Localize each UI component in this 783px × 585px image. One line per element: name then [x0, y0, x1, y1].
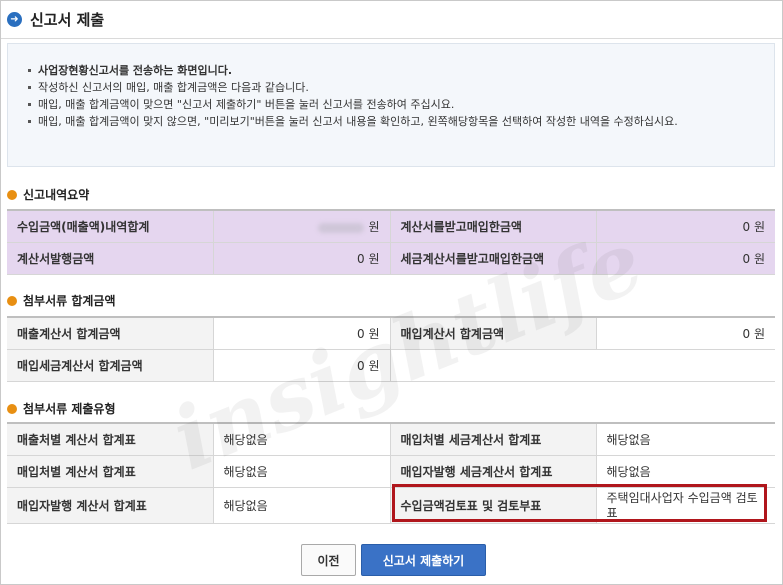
summary-label: 계산서발행금액	[7, 242, 214, 275]
attach-type-label: 매출처별 계산서 합계표	[7, 422, 214, 456]
summary-label: 계산서를받고매입한금액	[390, 209, 597, 243]
attach-total-value: 0 원	[213, 316, 391, 350]
notice-line: 사업장현황신고서를 전송하는 화면입니다.	[28, 62, 774, 79]
section-attach-total-title: 첨부서류 합계금액	[7, 292, 116, 309]
attach-total-value: 0 원	[213, 349, 391, 382]
highlight-box	[392, 484, 767, 522]
page-title: 신고서 제출	[30, 10, 105, 29]
table-row: 매입처별 계산서 합계표 해당없음 매입자발행 세금계산서 합계표 해당없음	[7, 455, 775, 488]
summary-table: 수입금액(매출액)내역합계 원 계산서를받고매입한금액 0 원 계산서발행금액 …	[7, 209, 775, 275]
table-row: 수입금액(매출액)내역합계 원 계산서를받고매입한금액 0 원	[7, 209, 775, 243]
attach-type-value: 해당없음	[596, 422, 775, 456]
attach-type-label: 매입자발행 세금계산서 합계표	[390, 455, 597, 488]
notice-line: 작성하신 신고서의 매입, 매출 합계금액은 다음과 같습니다.	[28, 79, 774, 96]
prev-button[interactable]: 이전	[301, 544, 356, 576]
section-summary-title: 신고내역요약	[7, 186, 89, 203]
bullet-icon	[7, 189, 17, 200]
attach-type-label: 매입처별 세금계산서 합계표	[390, 422, 597, 456]
summary-label: 세금계산서를받고매입한금액	[390, 242, 597, 275]
attach-total-table: 매출계산서 합계금액 0 원 매입계산서 합계금액 0 원 매입세금계산서 합계…	[7, 316, 775, 382]
table-row: 매출처별 계산서 합계표 해당없음 매입처별 세금계산서 합계표 해당없음	[7, 422, 775, 456]
attach-type-value: 해당없음	[213, 487, 391, 524]
arrow-circle-icon: ➜	[7, 11, 22, 27]
table-row: 매입세금계산서 합계금액 0 원	[7, 349, 775, 382]
section-label: 신고내역요약	[23, 188, 90, 202]
notice-line: 매입, 매출 합계금액이 맞지 않으면, "미리보기"버튼을 눌러 신고서 내용…	[28, 113, 758, 130]
redacted-amount	[318, 222, 365, 233]
summary-value: 0 원	[213, 242, 391, 275]
table-row: 계산서발행금액 0 원 세금계산서를받고매입한금액 0 원	[7, 242, 775, 275]
attach-total-value: 0 원	[596, 316, 775, 350]
bullet-icon	[7, 295, 17, 306]
attach-type-label: 매입처별 계산서 합계표	[7, 455, 214, 488]
attach-total-label: 매출계산서 합계금액	[7, 316, 214, 350]
attach-type-label: 매입자발행 계산서 합계표	[7, 487, 214, 524]
section-label: 첨부서류 제출유형	[23, 402, 116, 416]
attach-type-value: 해당없음	[596, 455, 775, 488]
page-header: ➜ 신고서 제출	[7, 8, 104, 30]
summary-value: 원	[213, 209, 391, 243]
bullet-icon	[7, 403, 17, 414]
attach-total-label: 매입세금계산서 합계금액	[7, 349, 214, 382]
title-divider	[1, 38, 782, 39]
attach-type-value: 해당없음	[213, 422, 391, 456]
empty-cell	[390, 349, 775, 382]
notice-box: 사업장현황신고서를 전송하는 화면입니다. 작성하신 신고서의 매입, 매출 합…	[7, 43, 775, 167]
section-label: 첨부서류 합계금액	[23, 294, 116, 308]
summary-label: 수입금액(매출액)내역합계	[7, 209, 214, 243]
submit-button[interactable]: 신고서 제출하기	[361, 544, 486, 576]
notice-line: 매입, 매출 합계금액이 맞으면 "신고서 제출하기" 버튼을 눌러 신고서를 …	[28, 96, 774, 113]
summary-value: 0 원	[596, 242, 775, 275]
summary-value: 0 원	[596, 209, 775, 243]
attach-total-label: 매입계산서 합계금액	[390, 316, 597, 350]
section-attach-type-title: 첨부서류 제출유형	[7, 400, 116, 417]
table-row: 매출계산서 합계금액 0 원 매입계산서 합계금액 0 원	[7, 316, 775, 350]
attach-type-value: 해당없음	[213, 455, 391, 488]
